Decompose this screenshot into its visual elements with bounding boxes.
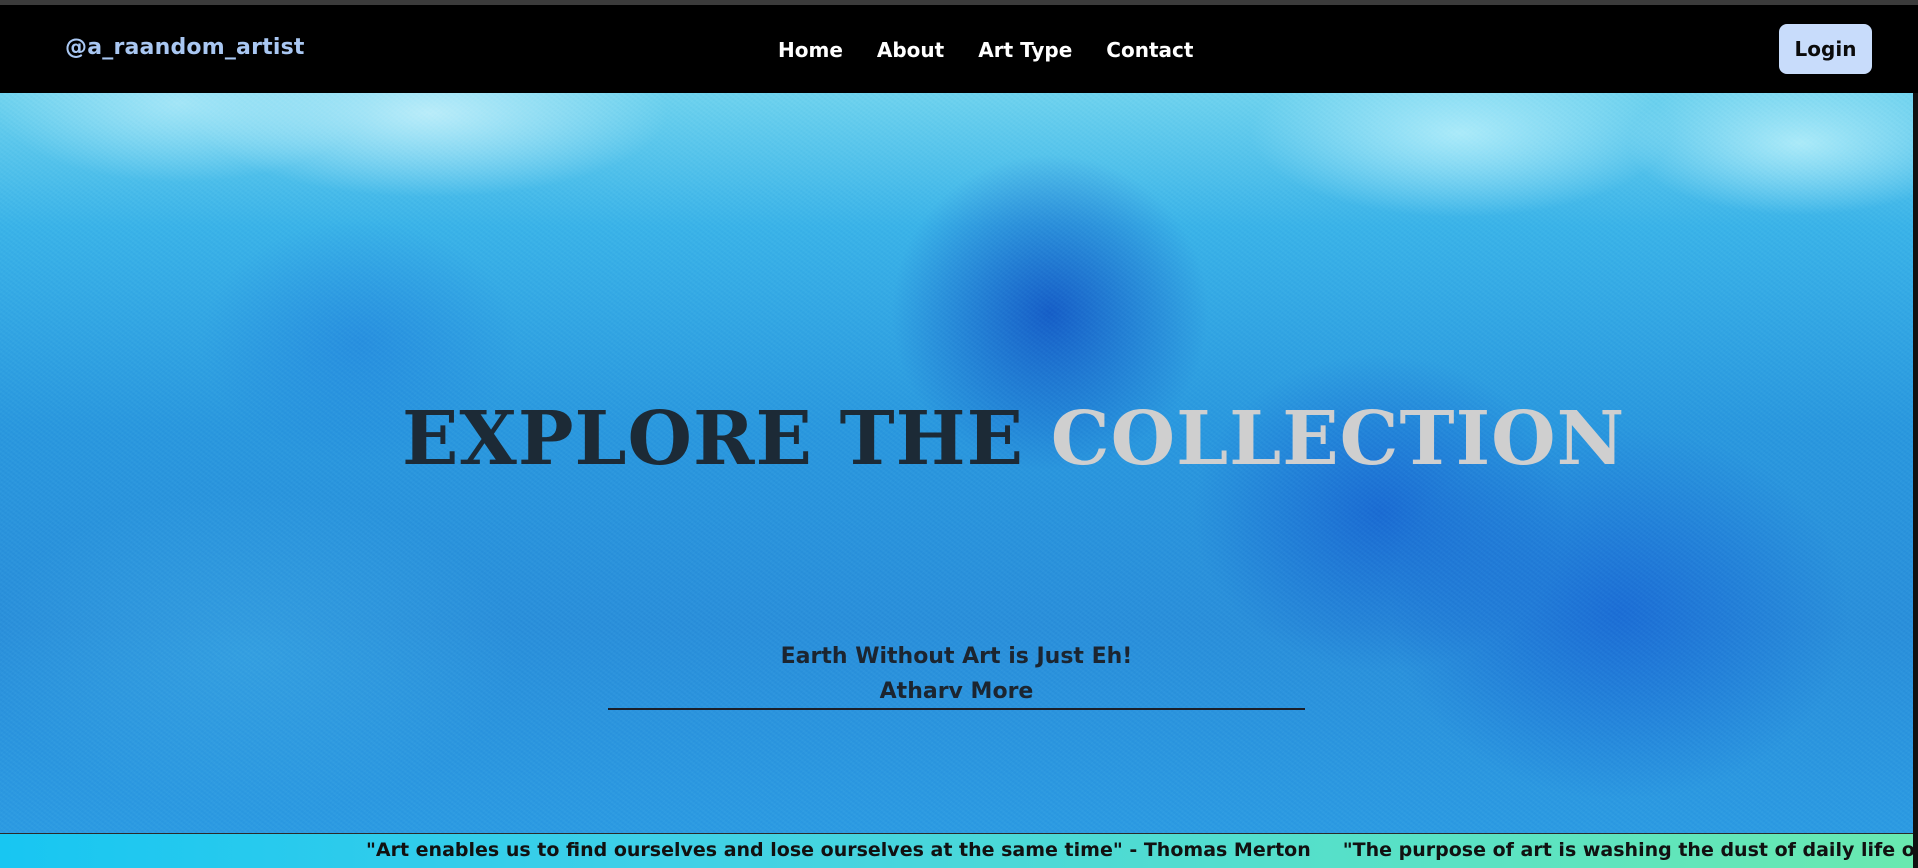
main-navigation: Home About Art Type Contact bbox=[778, 38, 1227, 62]
login-button[interactable]: Login bbox=[1779, 24, 1872, 74]
nav-art-type-link[interactable]: Art Type bbox=[978, 38, 1072, 62]
nav-contact-link[interactable]: Contact bbox=[1106, 38, 1193, 62]
hero-title: EXPLORE THE COLLECTION bbox=[402, 402, 1625, 476]
ticker-quote-1: "Art enables us to find ourselves and lo… bbox=[366, 839, 1311, 861]
hero-author: Atharv More bbox=[879, 679, 1034, 704]
hero-divider bbox=[608, 708, 1305, 710]
nav-home-link[interactable]: Home bbox=[778, 38, 843, 62]
hero-title-accent: COLLECTION bbox=[1050, 396, 1626, 482]
hero-subtitle: Earth Without Art is Just Eh! Atharv Mor… bbox=[608, 639, 1305, 709]
nav-about-link[interactable]: About bbox=[877, 38, 944, 62]
right-edge-strip bbox=[1913, 93, 1918, 868]
hero-title-primary: EXPLORE THE bbox=[402, 396, 1051, 482]
hero-tagline: Earth Without Art is Just Eh! bbox=[780, 644, 1133, 669]
navbar: @a_raandom_artist Home About Art Type Co… bbox=[0, 5, 1918, 93]
quote-ticker-track: "Art enables us to find ourselves and lo… bbox=[366, 839, 1913, 861]
page: @a_raandom_artist Home About Art Type Co… bbox=[0, 0, 1918, 868]
hero-section: EXPLORE THE COLLECTION Earth Without Art… bbox=[0, 93, 1913, 833]
quote-ticker: "Art enables us to find ourselves and lo… bbox=[0, 834, 1913, 868]
brand-logo-text[interactable]: @a_raandom_artist bbox=[65, 35, 305, 60]
ticker-quote-2: "The purpose of art is washing the dust … bbox=[1342, 839, 1913, 861]
